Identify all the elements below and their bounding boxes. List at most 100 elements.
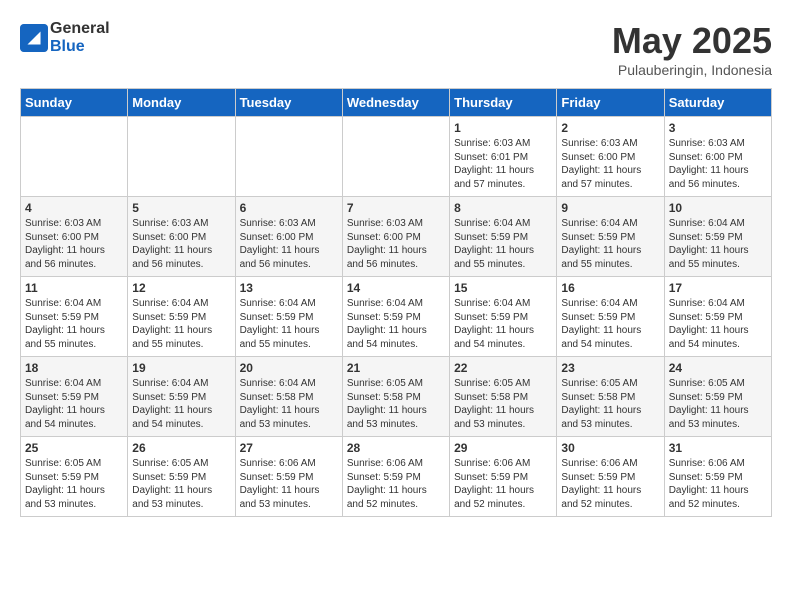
day-number: 6 — [240, 201, 338, 215]
weekday-header-thursday: Thursday — [450, 89, 557, 117]
calendar-cell: 23 Sunrise: 6:05 AM Sunset: 5:58 PM Dayli… — [557, 357, 664, 437]
calendar-cell: 17Sunrise: 6:04 AM Sunset: 5:59 PM Dayli… — [664, 277, 771, 357]
calendar-cell: 26Sunrise: 6:05 AM Sunset: 5:59 PM Dayli… — [128, 437, 235, 517]
day-detail: Sunrise: 6:03 AM Sunset: 6:00 PM Dayligh… — [669, 137, 767, 191]
day-detail: Sunrise: 6:04 AM Sunset: 5:59 PM Dayligh… — [132, 377, 230, 431]
day-number: 24 — [669, 361, 767, 375]
day-detail: Sunrise: 6:04 AM Sunset: 5:59 PM Dayligh… — [132, 297, 230, 351]
day-number: 30 — [561, 441, 659, 455]
calendar-cell: 2 Sunrise: 6:03 AM Sunset: 6:00 PM Daylig… — [557, 117, 664, 197]
day-number: 7 — [347, 201, 445, 215]
day-number: 14 — [347, 281, 445, 295]
weekday-header-wednesday: Wednesday — [342, 89, 449, 117]
day-detail: Sunrise: 6:03 AM Sunset: 6:00 PM Dayligh… — [561, 137, 659, 191]
day-detail: Sunrise: 6:04 AM Sunset: 5:59 PM Dayligh… — [454, 297, 552, 351]
day-number: 19 — [132, 361, 230, 375]
day-detail: Sunrise: 6:05 AM Sunset: 5:59 PM Dayligh… — [25, 457, 123, 511]
calendar-cell: 25 Sunrise: 6:05 AM Sunset: 5:59 PM Dayli… — [21, 437, 128, 517]
logo: General Blue — [20, 20, 110, 56]
day-detail: Sunrise: 6:03 AM Sunset: 6:00 PM Dayligh… — [240, 217, 338, 271]
day-detail: Sunrise: 6:03 AM Sunset: 6:00 PM Dayligh… — [347, 217, 445, 271]
calendar-cell: 13Sunrise: 6:04 AM Sunset: 5:59 PM Dayli… — [235, 277, 342, 357]
calendar-cell: 30Sunrise: 6:06 AM Sunset: 5:59 PM Dayli… — [557, 437, 664, 517]
calendar-cell: 3 Sunrise: 6:03 AM Sunset: 6:00 PM Daylig… — [664, 117, 771, 197]
calendar-cell: 10Sunrise: 6:04 AM Sunset: 5:59 PM Dayli… — [664, 197, 771, 277]
calendar-cell — [128, 117, 235, 197]
day-number: 31 — [669, 441, 767, 455]
calendar-cell — [342, 117, 449, 197]
day-number: 2 — [561, 121, 659, 135]
day-number: 12 — [132, 281, 230, 295]
day-detail: Sunrise: 6:03 AM Sunset: 6:01 PM Dayligh… — [454, 137, 552, 191]
day-number: 18 — [25, 361, 123, 375]
day-number: 1 — [454, 121, 552, 135]
day-detail: Sunrise: 6:04 AM Sunset: 5:59 PM Dayligh… — [25, 297, 123, 351]
day-detail: Sunrise: 6:04 AM Sunset: 5:59 PM Dayligh… — [240, 297, 338, 351]
weekday-header-monday: Monday — [128, 89, 235, 117]
calendar-cell: 11 Sunrise: 6:04 AM Sunset: 5:59 PM Dayli… — [21, 277, 128, 357]
day-detail: Sunrise: 6:04 AM Sunset: 5:59 PM Dayligh… — [561, 217, 659, 271]
day-number: 3 — [669, 121, 767, 135]
day-number: 25 — [25, 441, 123, 455]
weekday-header-tuesday: Tuesday — [235, 89, 342, 117]
day-number: 23 — [561, 361, 659, 375]
day-detail: Sunrise: 6:06 AM Sunset: 5:59 PM Dayligh… — [669, 457, 767, 511]
calendar-cell: 8Sunrise: 6:04 AM Sunset: 5:59 PM Daylig… — [450, 197, 557, 277]
weekday-header-friday: Friday — [557, 89, 664, 117]
calendar-cell: 22 Sunrise: 6:05 AM Sunset: 5:58 PM Dayli… — [450, 357, 557, 437]
calendar-week-row: 4 Sunrise: 6:03 AM Sunset: 6:00 PM Daylig… — [21, 197, 772, 277]
calendar-cell: 6 Sunrise: 6:03 AM Sunset: 6:00 PM Daylig… — [235, 197, 342, 277]
calendar-table: SundayMondayTuesdayWednesdayThursdayFrid… — [20, 88, 772, 517]
calendar-week-row: 11 Sunrise: 6:04 AM Sunset: 5:59 PM Dayli… — [21, 277, 772, 357]
logo-general: General — [50, 20, 110, 37]
day-detail: Sunrise: 6:04 AM Sunset: 5:59 PM Dayligh… — [454, 217, 552, 271]
day-detail: Sunrise: 6:04 AM Sunset: 5:59 PM Dayligh… — [561, 297, 659, 351]
day-detail: Sunrise: 6:05 AM Sunset: 5:58 PM Dayligh… — [454, 377, 552, 431]
day-number: 9 — [561, 201, 659, 215]
calendar-cell: 20Sunrise: 6:04 AM Sunset: 5:58 PM Dayli… — [235, 357, 342, 437]
calendar-cell: 7 Sunrise: 6:03 AM Sunset: 6:00 PM Daylig… — [342, 197, 449, 277]
day-number: 21 — [347, 361, 445, 375]
calendar-cell: 9 Sunrise: 6:04 AM Sunset: 5:59 PM Daylig… — [557, 197, 664, 277]
day-detail: Sunrise: 6:04 AM Sunset: 5:59 PM Dayligh… — [669, 297, 767, 351]
day-detail: Sunrise: 6:04 AM Sunset: 5:59 PM Dayligh… — [25, 377, 123, 431]
calendar-cell: 4 Sunrise: 6:03 AM Sunset: 6:00 PM Daylig… — [21, 197, 128, 277]
calendar-cell: 15 Sunrise: 6:04 AM Sunset: 5:59 PM Dayli… — [450, 277, 557, 357]
day-detail: Sunrise: 6:03 AM Sunset: 6:00 PM Dayligh… — [25, 217, 123, 271]
calendar-cell: 19 Sunrise: 6:04 AM Sunset: 5:59 PM Dayli… — [128, 357, 235, 437]
logo-icon — [20, 24, 48, 52]
day-number: 28 — [347, 441, 445, 455]
location-subtitle: Pulauberingin, Indonesia — [612, 62, 772, 78]
day-detail: Sunrise: 6:05 AM Sunset: 5:59 PM Dayligh… — [132, 457, 230, 511]
calendar-cell: 16Sunrise: 6:04 AM Sunset: 5:59 PM Dayli… — [557, 277, 664, 357]
day-number: 15 — [454, 281, 552, 295]
day-detail: Sunrise: 6:03 AM Sunset: 6:00 PM Dayligh… — [132, 217, 230, 271]
calendar-cell: 18 Sunrise: 6:04 AM Sunset: 5:59 PM Dayli… — [21, 357, 128, 437]
day-detail: Sunrise: 6:04 AM Sunset: 5:59 PM Dayligh… — [669, 217, 767, 271]
day-detail: Sunrise: 6:06 AM Sunset: 5:59 PM Dayligh… — [454, 457, 552, 511]
day-detail: Sunrise: 6:05 AM Sunset: 5:59 PM Dayligh… — [669, 377, 767, 431]
calendar-cell — [21, 117, 128, 197]
calendar-cell: 27Sunrise: 6:06 AM Sunset: 5:59 PM Dayli… — [235, 437, 342, 517]
calendar-week-row: 25 Sunrise: 6:05 AM Sunset: 5:59 PM Dayli… — [21, 437, 772, 517]
day-number: 4 — [25, 201, 123, 215]
calendar-week-row: 1 Sunrise: 6:03 AM Sunset: 6:01 PM Daylig… — [21, 117, 772, 197]
calendar-cell: 12 Sunrise: 6:04 AM Sunset: 5:59 PM Dayli… — [128, 277, 235, 357]
day-detail: Sunrise: 6:06 AM Sunset: 5:59 PM Dayligh… — [240, 457, 338, 511]
day-number: 20 — [240, 361, 338, 375]
calendar-cell — [235, 117, 342, 197]
page-header: General Blue May 2025 Pulauberingin, Ind… — [20, 20, 772, 78]
weekday-header-sunday: Sunday — [21, 89, 128, 117]
calendar-cell: 21Sunrise: 6:05 AM Sunset: 5:58 PM Dayli… — [342, 357, 449, 437]
day-number: 22 — [454, 361, 552, 375]
day-number: 11 — [25, 281, 123, 295]
day-detail: Sunrise: 6:05 AM Sunset: 5:58 PM Dayligh… — [561, 377, 659, 431]
month-title: May 2025 — [612, 20, 772, 62]
logo-blue: Blue — [50, 38, 85, 55]
calendar-cell: 14Sunrise: 6:04 AM Sunset: 5:59 PM Dayli… — [342, 277, 449, 357]
weekday-header-saturday: Saturday — [664, 89, 771, 117]
calendar-cell: 29Sunrise: 6:06 AM Sunset: 5:59 PM Dayli… — [450, 437, 557, 517]
calendar-cell: 24 Sunrise: 6:05 AM Sunset: 5:59 PM Dayli… — [664, 357, 771, 437]
weekday-header-row: SundayMondayTuesdayWednesdayThursdayFrid… — [21, 89, 772, 117]
day-number: 5 — [132, 201, 230, 215]
